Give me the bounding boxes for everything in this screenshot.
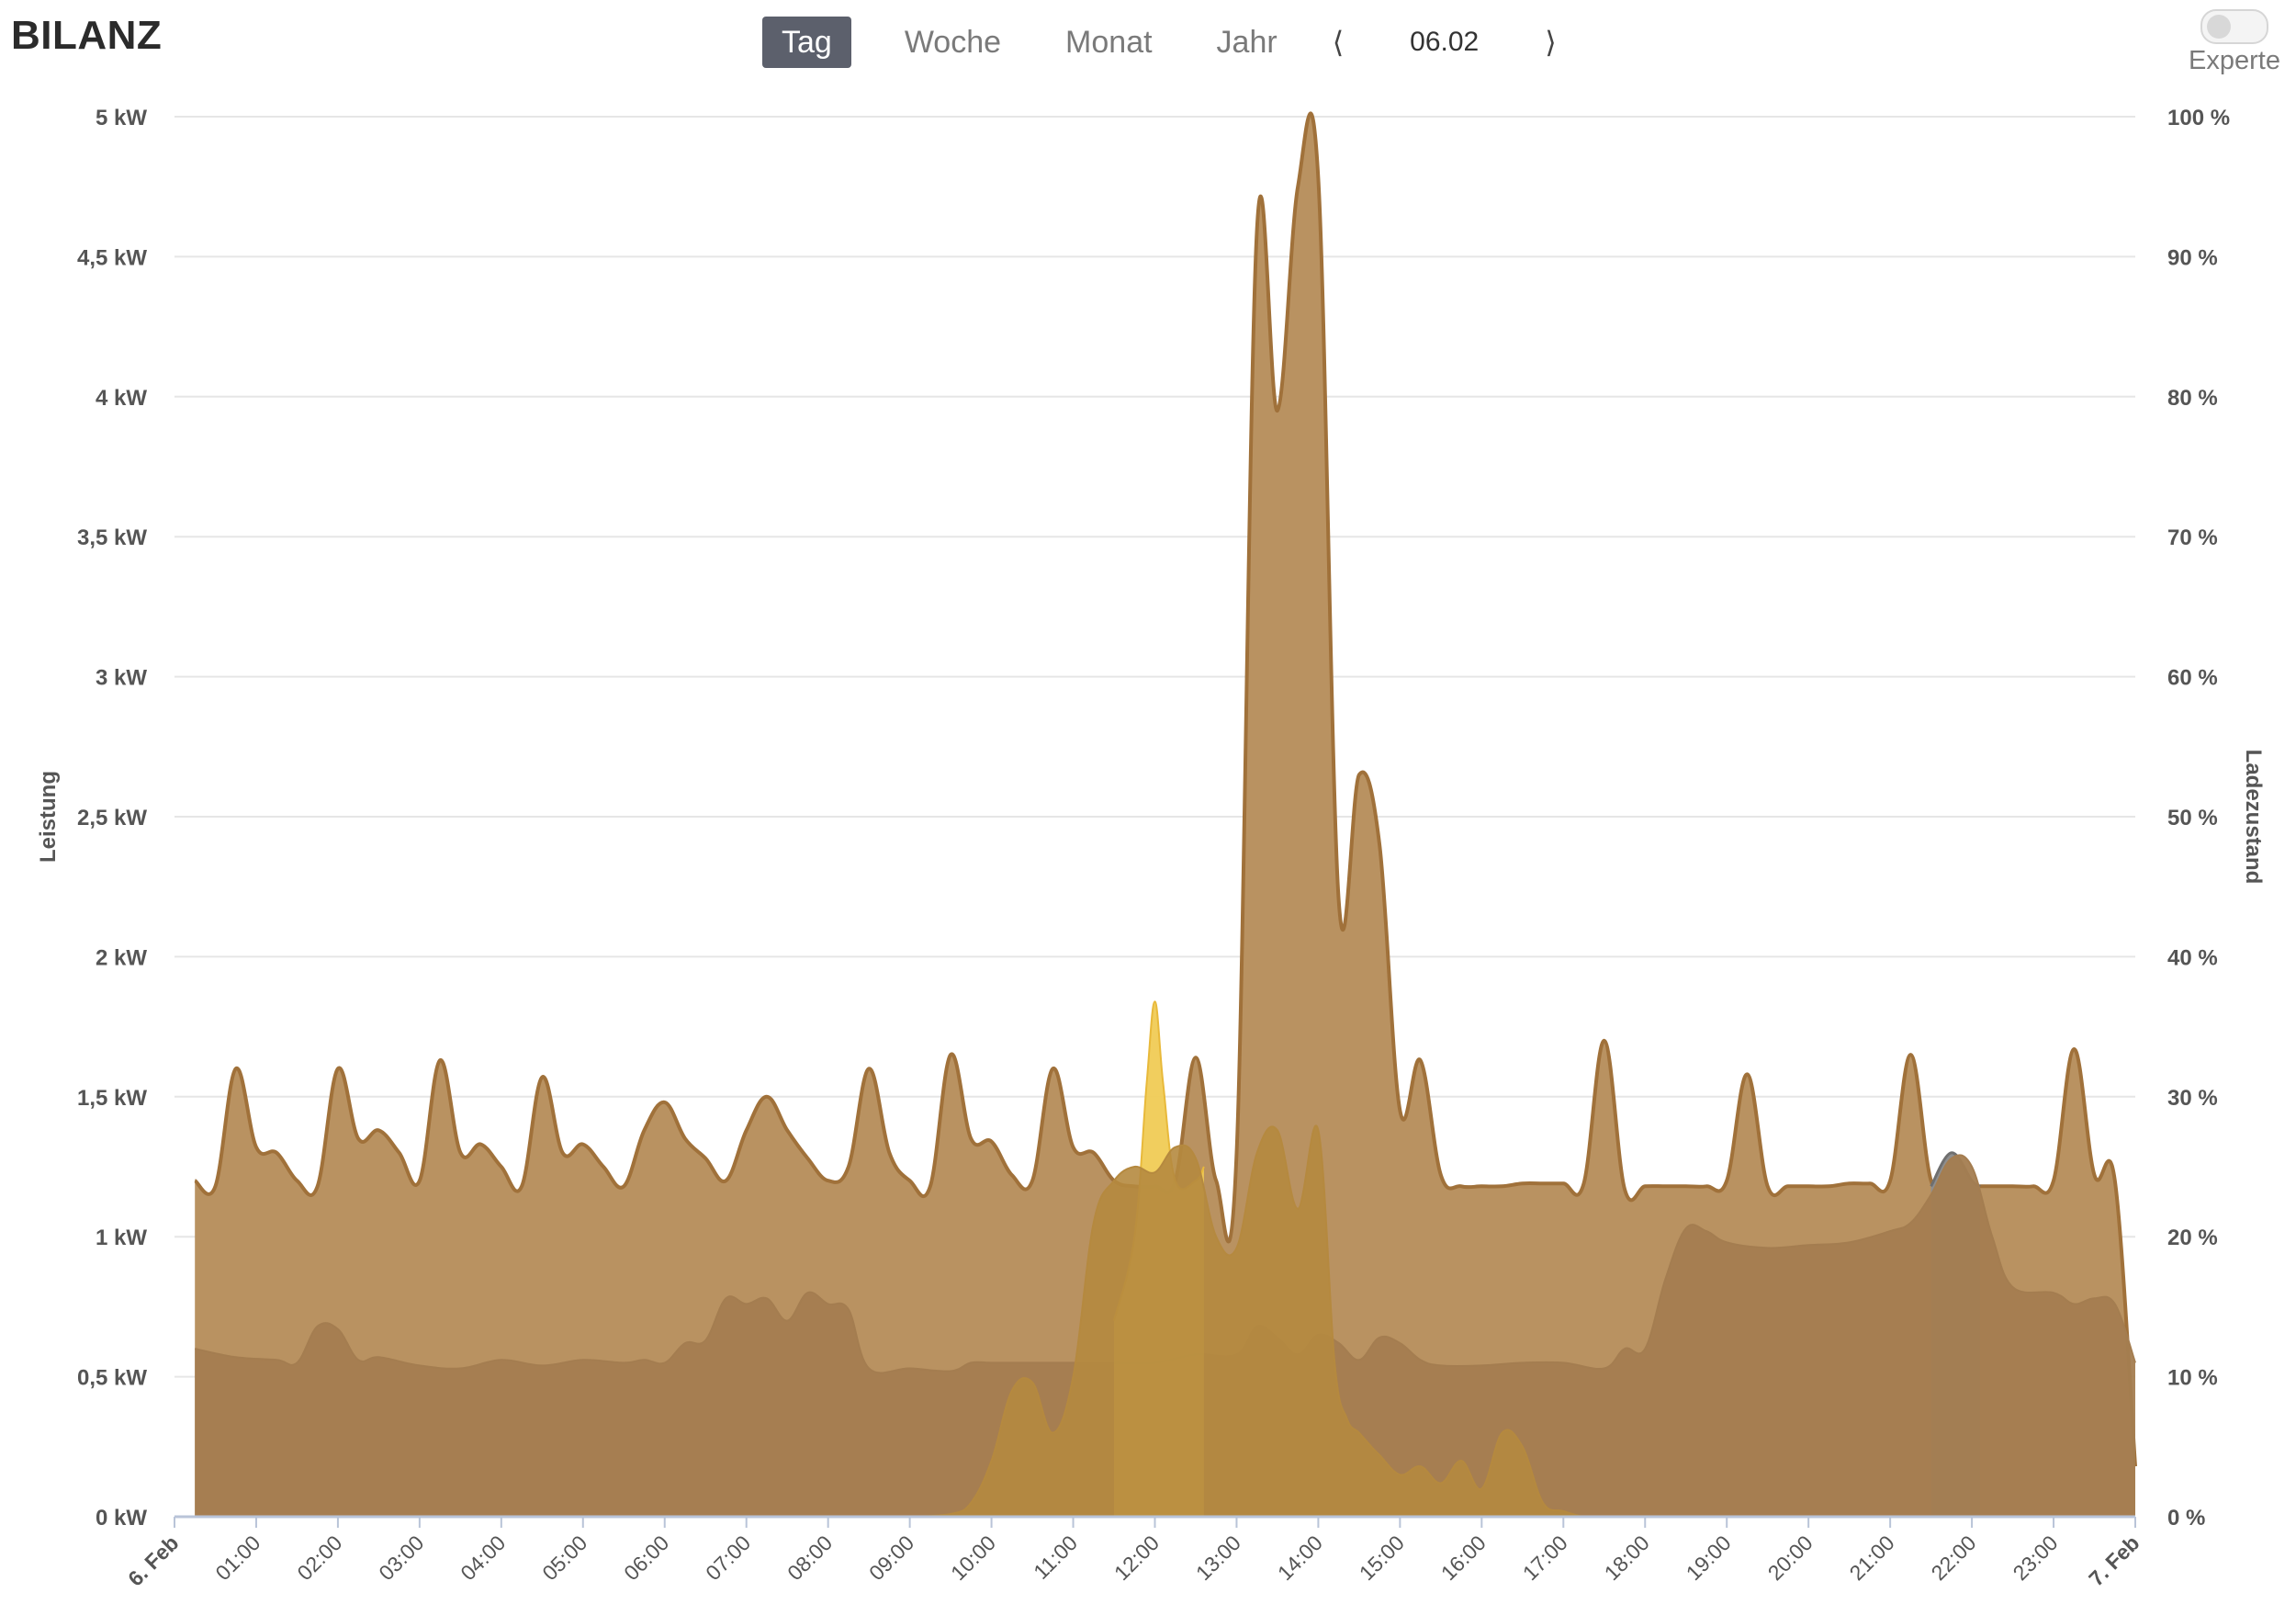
x-tick-label: 18:00 (1600, 1531, 1654, 1585)
x-tick-label: 08:00 (782, 1531, 837, 1585)
x-tick-label: 04:00 (456, 1531, 510, 1585)
y-tick-label: 1 kW (96, 1226, 147, 1250)
y-tick-label: 0 kW (96, 1506, 147, 1531)
y-tick-label: 4,5 kW (77, 245, 147, 270)
x-tick-label: 14:00 (1273, 1531, 1327, 1585)
y-tick-label: 4 kW (96, 386, 147, 411)
x-tick-label: 01:00 (210, 1531, 264, 1585)
x-tick-label: 16:00 (1436, 1531, 1491, 1585)
power-balance-chart: 0 kW 0,5 kW 1 kW 1,5 kW 2 kW 2,5 kW 3 kW 3,5 kW… (36, 106, 2266, 1591)
x-tick-label: 10:00 (946, 1531, 1000, 1585)
y-tick-label: 0,5 kW (77, 1366, 147, 1391)
x-tick-label: 12:00 (1109, 1531, 1164, 1585)
x-tick-label: 06:00 (619, 1531, 673, 1585)
y-tick-label: 3,5 kW (77, 525, 147, 550)
x-tick-label: 11:00 (1029, 1531, 1082, 1584)
x-tick-label: 6. Feb (123, 1531, 183, 1590)
y2-tick-label: 0 % (2167, 1506, 2205, 1531)
x-tick-label: 07:00 (701, 1531, 755, 1585)
x-tick-label: 05:00 (537, 1531, 591, 1585)
x-tick-label: 09:00 (864, 1531, 918, 1585)
x-tick-label: 19:00 (1682, 1531, 1736, 1585)
x-tick-label: 21:00 (1845, 1531, 1899, 1585)
y-tick-label: 2,5 kW (77, 806, 147, 830)
x-tick-label: 17:00 (1518, 1531, 1572, 1585)
y2-tick-label: 70 % (2167, 525, 2218, 550)
y2-tick-label: 80 % (2167, 386, 2218, 411)
x-tick-label: 7. Feb (2084, 1531, 2144, 1590)
y2-tick-label: 10 % (2167, 1366, 2218, 1391)
x-tick-label: 13:00 (1191, 1531, 1245, 1585)
y2-tick-label: 20 % (2167, 1226, 2218, 1250)
y-axis-title: Leistung (36, 771, 61, 863)
x-tick-label: 03:00 (374, 1531, 428, 1585)
y2-tick-label: 50 % (2167, 806, 2218, 830)
y2-tick-label: 100 % (2167, 106, 2230, 130)
y2-tick-label: 60 % (2167, 666, 2218, 691)
x-tick-label: 22:00 (1927, 1531, 1981, 1585)
x-tick-label: 02:00 (292, 1531, 346, 1585)
y-tick-label: 1,5 kW (77, 1086, 147, 1111)
y2-tick-label: 90 % (2167, 245, 2218, 270)
y2-axis-title: Ladezustand (2241, 750, 2266, 885)
y2-tick-label: 40 % (2167, 945, 2218, 970)
y2-tick-label: 30 % (2167, 1086, 2218, 1111)
x-tick-label: 23:00 (2008, 1531, 2062, 1585)
y-tick-label: 5 kW (96, 106, 147, 130)
y-tick-label: 3 kW (96, 666, 147, 691)
x-tick-label: 20:00 (1763, 1531, 1818, 1585)
y-tick-label: 2 kW (96, 945, 147, 970)
x-tick-label: 15:00 (1355, 1531, 1409, 1585)
